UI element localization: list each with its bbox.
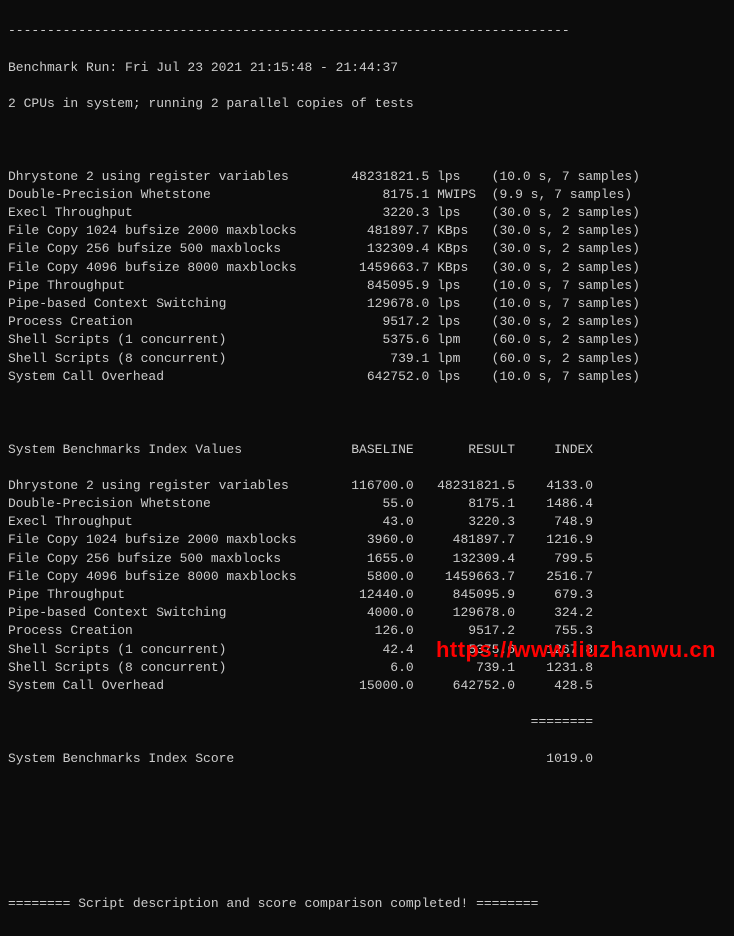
benchmark-run-line: Benchmark Run: Fri Jul 23 2021 21:15:48 …	[8, 59, 726, 77]
index-row: Execl Throughput 43.0 3220.3 748.9	[8, 513, 726, 531]
result-row: System Call Overhead 642752.0 lps (10.0 …	[8, 368, 726, 386]
index-row: Pipe Throughput 12440.0 845095.9 679.3	[8, 586, 726, 604]
result-row: Execl Throughput 3220.3 lps (30.0 s, 2 s…	[8, 204, 726, 222]
terminal-output: ----------------------------------------…	[0, 0, 734, 936]
blank-line	[8, 822, 726, 840]
index-score-row: System Benchmarks Index Score 1019.0	[8, 750, 726, 768]
footer-line: ======== Script description and score co…	[8, 895, 726, 913]
results-block: Dhrystone 2 using register variables 482…	[8, 168, 726, 386]
score-separator: ========	[8, 713, 726, 731]
result-row: File Copy 4096 bufsize 8000 maxblocks 14…	[8, 259, 726, 277]
separator-line: ----------------------------------------…	[8, 22, 726, 40]
result-row: File Copy 1024 bufsize 2000 maxblocks 48…	[8, 222, 726, 240]
index-row: File Copy 4096 bufsize 8000 maxblocks 58…	[8, 568, 726, 586]
index-header-row: System Benchmarks Index Values BASELINE …	[8, 441, 726, 459]
blank-line	[8, 131, 726, 149]
index-row: File Copy 256 bufsize 500 maxblocks 1655…	[8, 550, 726, 568]
result-row: Shell Scripts (1 concurrent) 5375.6 lpm …	[8, 331, 726, 349]
index-row: Process Creation 126.0 9517.2 755.3	[8, 622, 726, 640]
result-row: Dhrystone 2 using register variables 482…	[8, 168, 726, 186]
result-row: Process Creation 9517.2 lps (30.0 s, 2 s…	[8, 313, 726, 331]
index-row: Shell Scripts (1 concurrent) 42.4 5375.6…	[8, 641, 726, 659]
result-row: Double-Precision Whetstone 8175.1 MWIPS …	[8, 186, 726, 204]
index-row: Shell Scripts (8 concurrent) 6.0 739.1 1…	[8, 659, 726, 677]
result-row: Pipe Throughput 845095.9 lps (10.0 s, 7 …	[8, 277, 726, 295]
blank-line	[8, 859, 726, 877]
index-row: File Copy 1024 bufsize 2000 maxblocks 39…	[8, 531, 726, 549]
result-row: File Copy 256 bufsize 500 maxblocks 1323…	[8, 240, 726, 258]
blank-line	[8, 404, 726, 422]
result-row: Pipe-based Context Switching 129678.0 lp…	[8, 295, 726, 313]
result-row: Shell Scripts (8 concurrent) 739.1 lpm (…	[8, 350, 726, 368]
index-row: Dhrystone 2 using register variables 116…	[8, 477, 726, 495]
index-row: Pipe-based Context Switching 4000.0 1296…	[8, 604, 726, 622]
blank-line	[8, 786, 726, 804]
index-row: Double-Precision Whetstone 55.0 8175.1 1…	[8, 495, 726, 513]
index-row: System Call Overhead 15000.0 642752.0 42…	[8, 677, 726, 695]
index-table: Dhrystone 2 using register variables 116…	[8, 477, 726, 695]
cpu-info-line: 2 CPUs in system; running 2 parallel cop…	[8, 95, 726, 113]
